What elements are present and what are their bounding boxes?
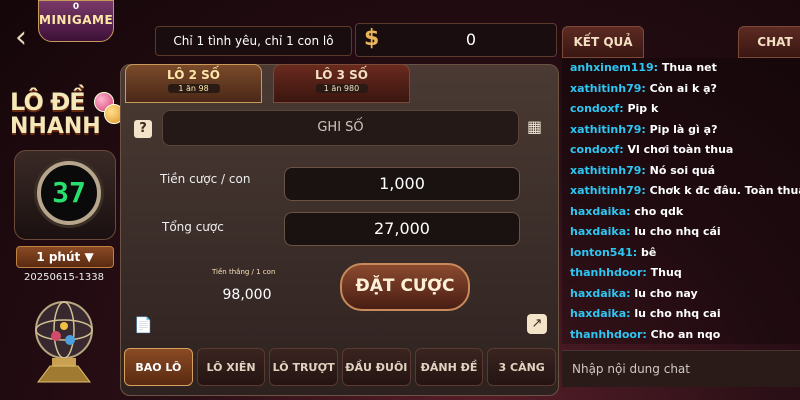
tab-lo-2-so-label: LÔ 2 SỐ [167, 68, 220, 82]
chat-text: Còn ai k ạ? [649, 81, 717, 95]
tab-bao-lo[interactable]: BAO LÔ [124, 348, 193, 386]
chat-username: xathitinh79: [570, 184, 646, 197]
tab-lo-3-so-label: LÔ 3 SỐ [315, 68, 368, 82]
chat-username: haxdaika: [570, 286, 631, 300]
chat-text: Chơk k đc đâu. Toàn thua [649, 184, 800, 197]
caret-down-icon: ▼ [84, 250, 94, 264]
tab-lo-3-so-odds: 1 ăn 980 [315, 84, 368, 93]
timer-ring: 37 [37, 161, 101, 225]
minigame-label: MINIGAME [39, 13, 114, 27]
chat-messages[interactable]: anhxinem119: Thua net xathitinh79: Còn ai… [562, 58, 800, 344]
tab-3-cang[interactable]: 3 CÀNG [487, 348, 557, 386]
chat-message: xathitinh79: Chơk k đc đâu. Toàn thua [562, 181, 800, 202]
slogan-text: Chỉ 1 tình yêu, chỉ 1 con lô [155, 26, 352, 56]
chat-username: haxdaika: [570, 307, 631, 320]
chat-text: Cho an nqo [650, 327, 721, 341]
chat-message: xathitinh79: Nó soi quá [562, 161, 800, 182]
chat-message: condoxf: Vl chơi toàn thua [562, 140, 800, 161]
logo-line2: NHANH [10, 114, 101, 139]
game-logo: LÔ ĐỀ NHANH [8, 88, 124, 144]
chat-message: haxdaika: lu cho nhq cái [562, 222, 800, 243]
chat-message: xathitinh79: Pip là gì ạ? [562, 120, 800, 141]
minigame-button[interactable]: 0 MINIGAME [38, 0, 114, 42]
tab-result[interactable]: KẾT QUẢ [562, 26, 644, 58]
chat-username: xathitinh79: [570, 163, 646, 177]
period-select[interactable]: 1 phút ▼ [16, 246, 114, 268]
help-icon[interactable]: ? [134, 120, 152, 138]
chat-username: xathitinh79: [570, 122, 646, 136]
chat-username: thanhhdoor: [570, 327, 647, 341]
back-arrow-icon[interactable]: ‹ [8, 23, 34, 53]
chat-message: thanhhdoor: Thuq [562, 263, 800, 284]
tab-lo-truot[interactable]: LÔ TRƯỢT [269, 348, 339, 386]
chat-text: Pip k [627, 102, 659, 115]
chat-username: haxdaika: [570, 225, 631, 238]
win-label: Tiền thắng / 1 con [212, 268, 276, 276]
chat-username: thanhhdoor: [570, 266, 647, 279]
chat-text: bê [641, 245, 657, 259]
chat-username: condoxf: [570, 143, 624, 156]
dollar-icon: $ [364, 26, 380, 51]
chat-message: thanhhdoor: Cho an nqo [562, 325, 800, 345]
chat-text: Pip là gì ạ? [649, 122, 718, 136]
chat-message: lonton541: bê [562, 243, 800, 264]
chat-text: Vl chơi toàn thua [627, 143, 734, 156]
chat-message: haxdaika: cho qdk [562, 202, 800, 223]
chat-username: xathitinh79: [570, 81, 646, 95]
chat-text: Thua net [661, 61, 717, 74]
chat-text: Nó soi quá [649, 163, 716, 177]
chat-message: haxdaika: lu cho nhq cai [562, 304, 800, 325]
tab-lo-xien[interactable]: LÔ XIÊN [196, 348, 266, 386]
chat-username: haxdaika: [570, 204, 631, 218]
tab-lo-2-so-odds: 1 ăn 98 [167, 84, 220, 93]
win-value: 98,000 [222, 287, 272, 303]
chat-text: Thuq [650, 266, 682, 279]
tab-chat[interactable]: CHAT [738, 26, 800, 58]
balance-box: $ 0 [355, 23, 557, 57]
keypad-icon[interactable]: ▦ [527, 117, 549, 137]
countdown-timer: 37 [14, 150, 116, 240]
chat-text: lu cho nhq cái [634, 225, 721, 238]
place-bet-button[interactable]: ĐẶT CƯỢC [340, 263, 470, 311]
number-input[interactable]: GHI SỐ [162, 110, 519, 146]
countdown-value: 37 [52, 176, 86, 209]
chat-text: lu cho nay [634, 286, 698, 300]
chat-message: xathitinh79: Còn ai k ạ? [562, 79, 800, 100]
chat-text: cho qdk [634, 204, 684, 218]
chat-message: anhxinem119: Thua net [562, 58, 800, 79]
amount-label: Tiền cược / con [160, 172, 251, 186]
balance-value: 0 [465, 30, 477, 49]
tab-lo-3-so[interactable]: LÔ 3 SỐ 1 ăn 980 [273, 64, 410, 103]
history-doc-icon[interactable]: 📄 [134, 316, 153, 336]
bet-type-tabs: BAO LÔ LÔ XIÊN LÔ TRƯỢT ĐẦU ĐUÔI ĐÁNH ĐỀ… [124, 348, 557, 386]
minigame-count: 0 [72, 2, 80, 12]
tab-danh-de[interactable]: ĐÁNH ĐỀ [414, 348, 484, 386]
chat-text: lu cho nhq cai [634, 307, 721, 320]
chat-message: condoxf: Pip k [562, 99, 800, 120]
chat-username: anhxinem119: [570, 61, 659, 74]
chat-input[interactable]: Nhập nội dung chat [562, 350, 800, 387]
total-value: 27,000 [284, 212, 520, 246]
chat-username: lonton541: [570, 245, 638, 259]
logo-line1: LÔ ĐỀ [10, 88, 86, 116]
stats-chart-icon[interactable]: ↗ [527, 314, 547, 334]
tab-lo-2-so[interactable]: LÔ 2 SỐ 1 ăn 98 [125, 64, 262, 103]
period-label: 1 phút [36, 250, 81, 264]
lottery-globe-icon [24, 292, 104, 384]
tab-dau-duoi[interactable]: ĐẦU ĐUÔI [342, 348, 411, 386]
chat-message: haxdaika: lu cho nay [562, 284, 800, 305]
draw-id: 20250615-1338 [24, 272, 104, 283]
total-label: Tổng cược [162, 220, 224, 234]
chat-username: condoxf: [570, 102, 624, 115]
amount-input[interactable]: 1,000 [284, 167, 520, 201]
